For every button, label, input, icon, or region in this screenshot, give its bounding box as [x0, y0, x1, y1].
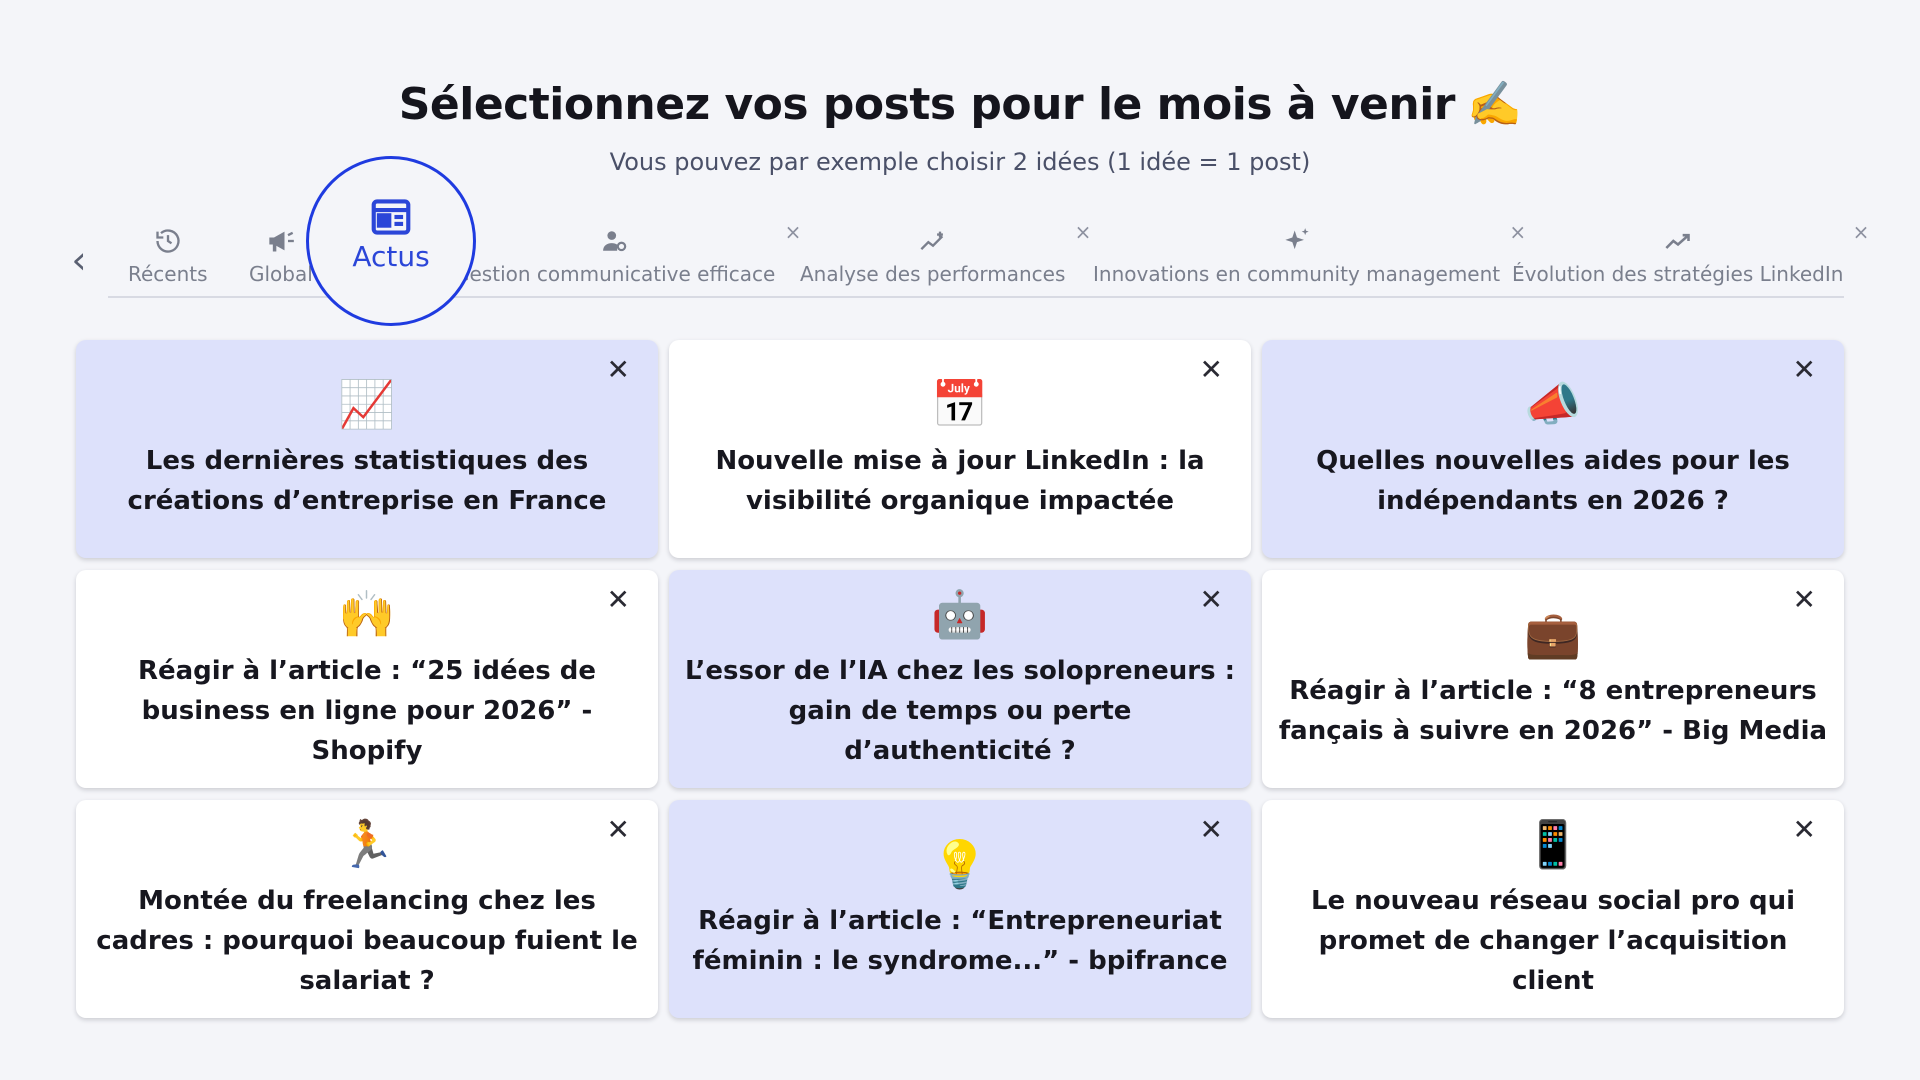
close-icon[interactable]: ✕ — [607, 356, 630, 384]
tab-global[interactable]: Global — [249, 226, 313, 286]
tab-innovations-en-community-management[interactable]: Innovations en community management × — [1093, 220, 1526, 286]
idea-card-text: L’essor de l’IA chez les solopreneurs : … — [684, 656, 1236, 766]
tab-label: Évolution des stratégies LinkedIn — [1512, 262, 1844, 286]
idea-card-text: Le nouveau réseau social pro qui promet … — [1310, 886, 1796, 996]
runner-icon: 🏃 — [338, 817, 396, 871]
idea-card-text: Montée du freelancing chez les cadres : … — [96, 886, 638, 996]
idea-card[interactable]: ✕ 🙌 Réagir à l’article : “25 idées de bu… — [76, 570, 658, 788]
category-tabs: ‹ Récents Global Gestion communicative e… — [64, 156, 1869, 326]
close-icon[interactable]: ✕ — [1793, 356, 1816, 384]
idea-card-text: Réagir à l’article : “Entrepreneuriat fé… — [692, 906, 1228, 976]
tab-label: Innovations en community management — [1093, 262, 1501, 286]
close-icon[interactable]: ✕ — [1200, 586, 1223, 614]
idea-card-text: Nouvelle mise à jour LinkedIn : la visib… — [715, 446, 1205, 516]
tab-gestion-communicative-efficace[interactable]: Gestion communicative efficace × — [454, 220, 801, 286]
close-icon[interactable]: × — [1075, 220, 1092, 244]
mobile-phone-icon: 📱 — [1524, 817, 1582, 871]
close-icon[interactable]: ✕ — [1793, 816, 1816, 844]
trend-sparkle-icon — [800, 226, 1065, 256]
trend-line-icon — [1512, 226, 1843, 256]
writing-hand-icon: ✍️ — [1467, 79, 1522, 130]
light-bulb-icon: 💡 — [931, 837, 989, 891]
idea-card[interactable]: ✕ 📣 Quelles nouvelles aides pour les ind… — [1262, 340, 1844, 558]
idea-card-text: Quelles nouvelles aides pour les indépen… — [1316, 446, 1790, 516]
briefcase-icon: 💼 — [1524, 607, 1582, 661]
idea-card[interactable]: ✕ 🏃 Montée du freelancing chez les cadre… — [76, 800, 658, 1018]
user-gear-icon — [454, 226, 775, 256]
tab-label: Récents — [128, 262, 208, 286]
tab-label: Gestion communicative efficace — [454, 262, 776, 286]
page-title-text: Sélectionnez vos posts pour le mois à ve… — [398, 78, 1456, 130]
tab-label: Analyse des performances — [800, 262, 1066, 286]
tab-analyse-des-performances[interactable]: Analyse des performances × — [800, 220, 1091, 286]
idea-card[interactable]: ✕ 🤖 L’essor de l’IA chez les solopreneur… — [669, 570, 1251, 788]
close-icon[interactable]: ✕ — [1200, 816, 1223, 844]
newspaper-icon — [306, 198, 476, 236]
page-title: Sélectionnez vos posts pour le mois à ve… — [398, 78, 1522, 131]
idea-card[interactable]: ✕ 💼 Réagir à l’article : “8 entrepreneur… — [1262, 570, 1844, 788]
tab-label: Global — [249, 262, 313, 286]
raising-hands-icon: 🙌 — [338, 587, 396, 641]
post-ideas-grid: ✕ 📈 Les dernières statistiques des créat… — [76, 340, 1844, 1018]
idea-card[interactable]: ✕ 📅 Nouvelle mise à jour LinkedIn : la v… — [669, 340, 1251, 558]
tab-actus[interactable]: Actus — [306, 156, 476, 326]
idea-card-text: Les dernières statistiques des créations… — [127, 446, 607, 516]
robot-icon: 🤖 — [931, 587, 989, 641]
sparkles-icon — [1093, 226, 1500, 256]
page-subtitle: Vous pouvez par exemple choisir 2 idées … — [609, 148, 1311, 176]
close-icon[interactable]: ✕ — [607, 816, 630, 844]
tab-recents[interactable]: Récents — [128, 226, 208, 286]
page-header: Sélectionnez vos posts pour le mois à ve… — [0, 78, 1920, 177]
tab-label: Actus — [352, 240, 430, 273]
megaphone-icon — [249, 226, 313, 256]
close-icon[interactable]: × — [1853, 220, 1870, 244]
idea-card-text: Réagir à l’article : “8 entrepreneurs fa… — [1278, 676, 1828, 746]
megaphone-icon: 📣 — [1524, 377, 1582, 431]
idea-card-text: Réagir à l’article : “25 idées de busine… — [137, 656, 597, 766]
history-icon — [128, 226, 208, 256]
idea-card[interactable]: ✕ 📈 Les dernières statistiques des créat… — [76, 340, 658, 558]
calendar-icon: 📅 — [931, 377, 989, 431]
chevron-left-icon[interactable]: ‹ — [64, 238, 94, 282]
close-icon[interactable]: ✕ — [607, 586, 630, 614]
idea-card[interactable]: ✕ 💡 Réagir à l’article : “Entrepreneuria… — [669, 800, 1251, 1018]
close-icon[interactable]: ✕ — [1200, 356, 1223, 384]
chart-increasing-icon: 📈 — [338, 377, 396, 431]
idea-card[interactable]: ✕ 📱 Le nouveau réseau social pro qui pro… — [1262, 800, 1844, 1018]
close-icon[interactable]: ✕ — [1793, 586, 1816, 614]
close-icon[interactable]: × — [785, 220, 802, 244]
tab-evolution-des-strategies-linkedin[interactable]: Évolution des stratégies LinkedIn × — [1512, 220, 1869, 286]
